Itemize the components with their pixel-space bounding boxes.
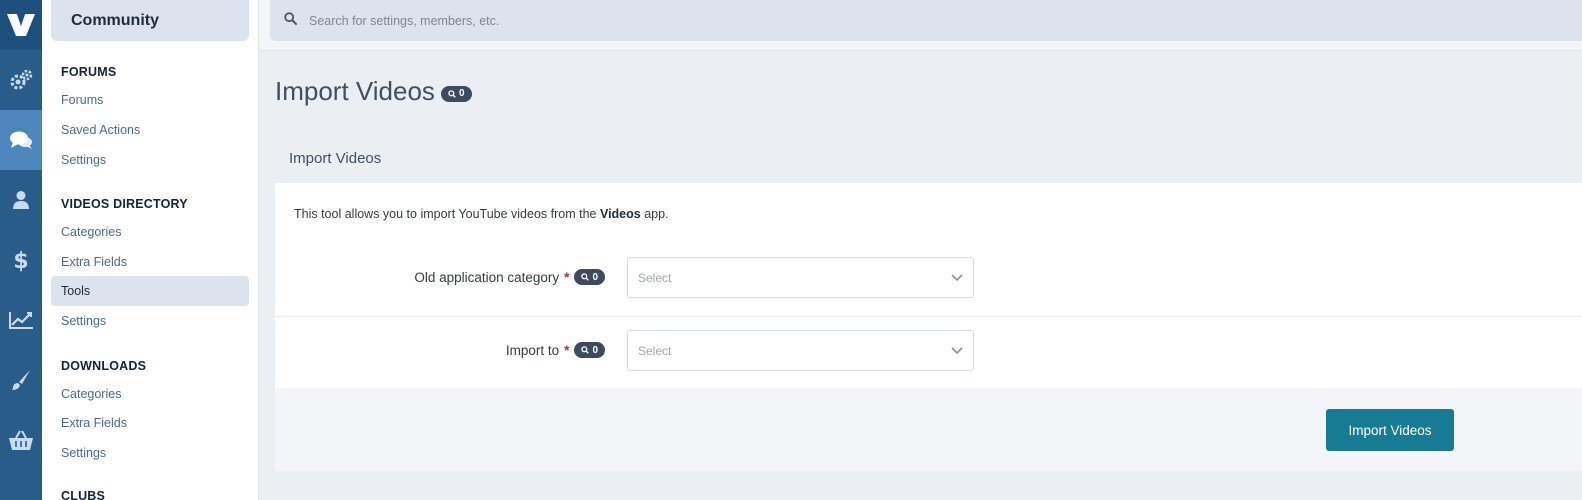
- app-icon-rail: $: [0, 0, 42, 500]
- badge-count: 0: [458, 88, 465, 99]
- import-panel: Import Videos This tool allows you to im…: [275, 134, 1582, 471]
- chevron-down-icon: [951, 346, 963, 354]
- sidebar-item-downloads-extra-fields[interactable]: Extra Fields: [51, 408, 249, 438]
- field-divider: [275, 316, 1582, 317]
- required-mark: *: [564, 269, 570, 285]
- sidebar-item-downloads-settings[interactable]: Settings: [51, 438, 249, 468]
- page-header: Import Videos 0: [275, 76, 472, 107]
- section-title-forums: FORUMS: [61, 65, 117, 79]
- top-bar: [259, 0, 1582, 51]
- basket-icon[interactable]: [0, 410, 42, 470]
- panel-title: Import Videos: [275, 134, 1582, 183]
- import-videos-button[interactable]: Import Videos: [1326, 409, 1454, 451]
- dollar-icon[interactable]: $: [0, 230, 42, 290]
- user-icon[interactable]: [0, 170, 42, 230]
- section-title-clubs: CLUBS: [61, 489, 106, 500]
- chevron-down-icon: [951, 273, 963, 281]
- sidebar-item-videos-settings[interactable]: Settings: [51, 306, 249, 336]
- field-label-import-to: Import to * 0: [506, 342, 605, 358]
- search-input[interactable]: [309, 13, 909, 28]
- description-suffix: app.: [640, 207, 669, 221]
- search-keywords-badge[interactable]: 0: [574, 342, 605, 358]
- select-value: Select: [638, 270, 672, 285]
- sidebar-item-videos-extra-fields[interactable]: Extra Fields: [51, 247, 249, 277]
- search-icon: [284, 11, 297, 30]
- sidebar-item-tools[interactable]: Tools: [51, 276, 249, 306]
- description-text: This tool allows you to import YouTube v…: [294, 207, 600, 221]
- import-to-select[interactable]: Select: [627, 330, 974, 371]
- select-value: Select: [638, 343, 672, 358]
- sidebar-item-forums-settings[interactable]: Settings: [51, 145, 249, 175]
- logo-icon[interactable]: [0, 0, 42, 50]
- panel-description: This tool allows you to import YouTube v…: [294, 207, 669, 221]
- sidebar: Community FORUMS Forums Saved Actions Se…: [42, 0, 259, 500]
- search-icon: [581, 346, 590, 354]
- sidebar-item-downloads-categories[interactable]: Categories: [51, 379, 249, 409]
- field-label-text: Import to: [505, 342, 560, 358]
- section-title-videos-directory: VIDEOS DIRECTORY: [61, 197, 188, 211]
- field-label-text: Old application category: [414, 269, 560, 285]
- section-title-downloads: DOWNLOADS: [61, 359, 147, 373]
- sidebar-header[interactable]: Community: [51, 0, 249, 41]
- description-app-name: Videos: [599, 207, 641, 221]
- gears-icon[interactable]: [0, 50, 42, 110]
- required-mark: *: [564, 342, 570, 358]
- search-icon: [448, 89, 456, 98]
- old-application-category-select[interactable]: Select: [627, 257, 974, 298]
- comments-icon[interactable]: [0, 110, 42, 170]
- chart-icon[interactable]: [0, 290, 42, 350]
- panel-footer: Import Videos: [275, 388, 1582, 471]
- search-keywords-badge[interactable]: 0: [574, 269, 605, 285]
- svg-text:$: $: [13, 249, 28, 272]
- sidebar-item-saved-actions[interactable]: Saved Actions: [51, 115, 249, 145]
- brush-icon[interactable]: [0, 350, 42, 410]
- page-title: Import Videos: [275, 76, 435, 106]
- sidebar-item-videos-categories[interactable]: Categories: [51, 217, 249, 247]
- badge-count: 0: [592, 271, 598, 283]
- badge-count: 0: [592, 344, 598, 356]
- sidebar-item-forums[interactable]: Forums: [51, 85, 249, 115]
- search-bar[interactable]: [270, 0, 1582, 41]
- search-keywords-badge[interactable]: 0: [440, 85, 472, 102]
- search-icon: [581, 273, 590, 281]
- field-label-old-category: Old application category * 0: [414, 269, 605, 285]
